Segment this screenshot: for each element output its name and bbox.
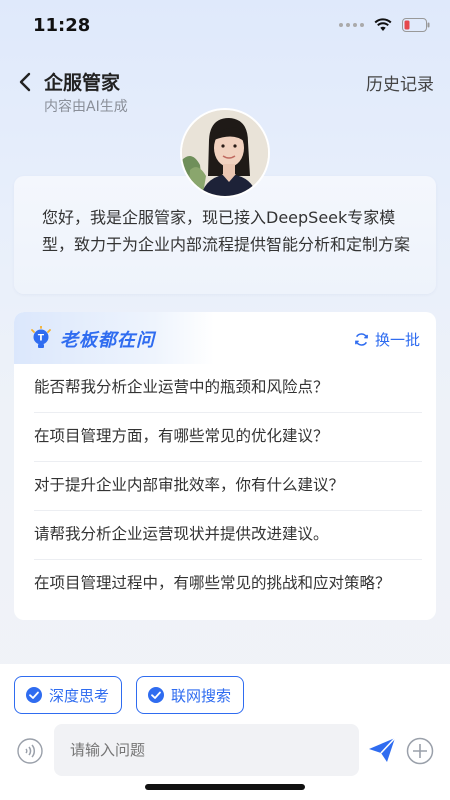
back-icon[interactable]	[16, 70, 36, 94]
web-search-toggle[interactable]: 联网搜索	[136, 676, 245, 714]
web-search-label: 联网搜索	[171, 686, 232, 705]
assistant-avatar	[180, 108, 270, 198]
send-icon[interactable]	[367, 736, 397, 764]
ai-generated-note: 内容由AI生成	[44, 99, 128, 115]
refresh-label: 换一批	[374, 331, 420, 349]
deep-think-label: 深度思考	[49, 686, 110, 705]
question-input[interactable]	[54, 724, 359, 776]
voice-icon[interactable]	[17, 738, 43, 764]
signal-icon	[339, 23, 364, 27]
bulb-icon: T	[30, 325, 52, 350]
history-button[interactable]: 历史记录	[366, 70, 434, 95]
wifi-icon	[374, 18, 392, 32]
refresh-icon	[355, 333, 368, 346]
home-indicator	[145, 784, 305, 790]
suggested-questions-title: 老板都在问	[60, 330, 155, 351]
suggested-questions-list: 能否帮我分析企业运营中的瓶颈和风险点？ 在项目管理方面，有哪些常见的优化建议？ …	[14, 364, 436, 608]
suggested-question[interactable]: 请帮我分析企业运营现状并提供改进建议。	[34, 511, 422, 560]
status-time: 11:28	[33, 15, 91, 36]
suggested-question[interactable]: 能否帮我分析企业运营中的瓶颈和风险点？	[34, 364, 422, 413]
refresh-button[interactable]: 换一批	[354, 329, 420, 350]
status-icons	[339, 18, 430, 32]
suggested-questions-card: T 老板都在问 换一批 能否帮我分析企业运营中的瓶颈和风险点？ 在项目管理方面，…	[14, 312, 436, 620]
svg-text:T: T	[38, 334, 45, 344]
deep-think-toggle[interactable]: 深度思考	[14, 676, 123, 714]
suggested-question[interactable]: 在项目管理方面，有哪些常见的优化建议？	[34, 413, 422, 462]
status-bar: 11:28	[0, 0, 450, 54]
battery-icon	[402, 18, 430, 32]
check-icon	[26, 687, 42, 703]
intro-text: 您好，我是企服管家，现已接入DeepSeek专家模型，致力于为企业内部流程提供智…	[42, 208, 411, 254]
page-title: 企服管家	[44, 72, 121, 94]
suggested-questions-header: T 老板都在问 换一批	[14, 312, 436, 364]
suggested-question[interactable]: 对于提升企业内部审批效率，你有什么建议？	[34, 462, 422, 511]
composer-panel: 深度思考 联网搜索	[0, 664, 450, 800]
check-icon	[148, 687, 164, 703]
plus-icon[interactable]	[406, 737, 434, 765]
suggested-question[interactable]: 在项目管理过程中，有哪些常见的挑战和应对策略？	[34, 560, 422, 608]
